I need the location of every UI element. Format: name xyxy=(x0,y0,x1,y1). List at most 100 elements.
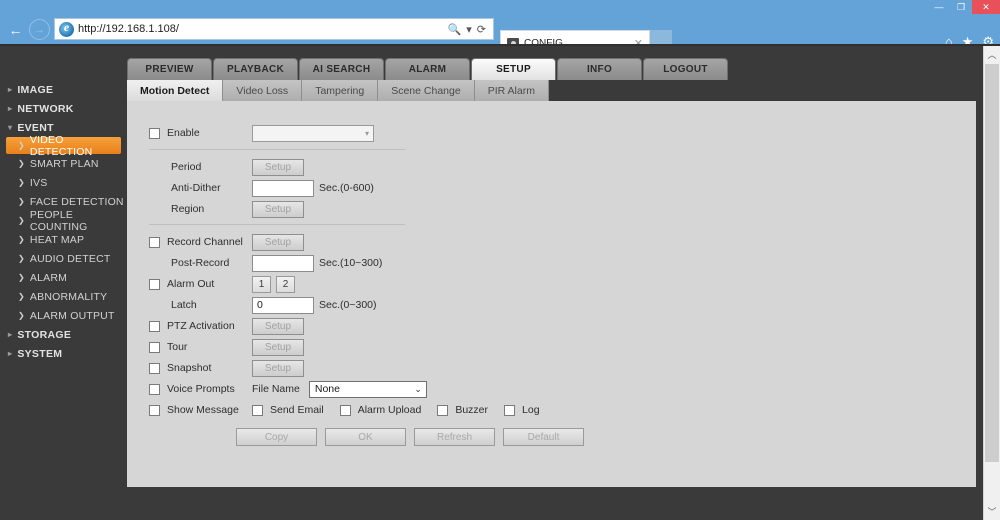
antidither-hint: Sec.(0-600) xyxy=(319,182,374,194)
nav-tab-alarm[interactable]: ALARM xyxy=(385,58,470,80)
postrecord-hint: Sec.(10~300) xyxy=(319,257,383,269)
tab-pir-alarm[interactable]: PIR Alarm xyxy=(474,80,549,101)
chevron-down-icon: ▾ xyxy=(8,123,13,132)
page-scrollbar[interactable]: ︿ ﹀ xyxy=(983,46,1000,520)
sidebar-item-ivs[interactable]: ❯ IVS xyxy=(0,173,127,192)
internet-explorer-icon xyxy=(59,20,74,37)
tour-checkbox[interactable] xyxy=(149,341,160,353)
nav-tab-info[interactable]: INFO xyxy=(557,58,642,80)
chevron-down-icon: ⌄ xyxy=(414,383,422,394)
divider-2 xyxy=(149,224,405,225)
voice-prompts-row: Voice Prompts xyxy=(149,379,235,399)
voice-prompts-label: Voice Prompts xyxy=(167,383,235,395)
sidebar-item-people-counting[interactable]: ❯ PEOPLE COUNTING xyxy=(0,209,127,233)
sidebar-item-storage[interactable]: ▸ STORAGE xyxy=(0,325,127,344)
sidebar-item-label: ALARM OUTPUT xyxy=(29,309,115,322)
sidebar-item-label: IMAGE xyxy=(17,83,54,96)
antidither-input[interactable] xyxy=(252,179,314,197)
sidebar-item-audio-detect[interactable]: ❯ AUDIO DETECT xyxy=(0,249,127,268)
refresh-button[interactable]: Refresh xyxy=(414,428,495,446)
ptz-button-wrap: Setup xyxy=(252,316,304,336)
sidebar-item-system[interactable]: ▸ SYSTEM xyxy=(0,344,127,363)
motion-type-select[interactable]: ▾ xyxy=(252,124,374,142)
record-channel-checkbox[interactable] xyxy=(149,236,160,248)
tour-setup-button[interactable]: Setup xyxy=(252,338,304,356)
alarm-out-row: Alarm Out xyxy=(149,274,214,294)
snapshot-button-wrap: Setup xyxy=(252,358,304,378)
region-label: Region xyxy=(171,203,205,215)
ptz-activation-checkbox[interactable] xyxy=(149,320,160,332)
alarm-out-channel-2[interactable]: 2 xyxy=(276,275,295,293)
chevron-right-icon: ❯ xyxy=(18,254,25,263)
minimize-icon[interactable]: — xyxy=(928,0,950,14)
sidebar-item-alarm-output[interactable]: ❯ ALARM OUTPUT xyxy=(0,306,127,325)
restore-icon[interactable]: ❐ xyxy=(950,0,972,14)
chevron-right-icon: ❯ xyxy=(18,178,25,187)
file-name-select[interactable]: None ⌄ xyxy=(308,380,427,398)
snapshot-row: Snapshot xyxy=(149,358,211,378)
ptz-setup-button[interactable]: Setup xyxy=(252,317,304,335)
region-setup-button[interactable]: Setup xyxy=(252,200,304,218)
postrecord-label: Post-Record xyxy=(171,257,230,269)
sidebar-item-network[interactable]: ▸ NETWORK xyxy=(0,99,127,118)
postrecord-input[interactable] xyxy=(252,254,314,272)
alarm-out-channel-1[interactable]: 1 xyxy=(252,275,271,293)
chevron-down-icon[interactable]: ▾ xyxy=(466,23,472,36)
show-message-row: Show Message xyxy=(149,400,239,420)
nav-tab-ai-search[interactable]: AI SEARCH xyxy=(299,58,384,80)
nav-tab-setup[interactable]: SETUP xyxy=(471,58,556,80)
ok-button[interactable]: OK xyxy=(325,428,406,446)
enable-select-wrap: ▾ xyxy=(252,123,374,143)
sidebar-item-video-detection[interactable]: ❯ VIDEO DETECTION xyxy=(6,134,121,158)
default-button[interactable]: Default xyxy=(503,428,584,446)
log-checkbox[interactable] xyxy=(504,404,516,416)
alarm-upload-checkbox[interactable] xyxy=(339,404,351,416)
sidebar-item-alarm[interactable]: ❯ ALARM xyxy=(0,268,127,287)
nav-tab-logout[interactable]: LOGOUT xyxy=(643,58,728,80)
back-icon[interactable]: ← xyxy=(5,19,26,40)
snapshot-checkbox[interactable] xyxy=(149,362,160,374)
tab-motion-detect[interactable]: Motion Detect xyxy=(127,80,224,101)
voice-prompts-checkbox[interactable] xyxy=(149,383,160,395)
sidebar-item-label: AUDIO DETECT xyxy=(29,252,111,265)
chevron-right-icon: ❯ xyxy=(18,273,25,282)
chevron-right-icon: ❯ xyxy=(18,216,25,225)
buzzer-checkbox[interactable] xyxy=(437,404,449,416)
record-channel-setup-button[interactable]: Setup xyxy=(252,233,304,251)
forward-icon[interactable]: → xyxy=(29,19,50,40)
search-icon[interactable]: 🔍 xyxy=(448,23,462,36)
enable-checkbox[interactable] xyxy=(149,127,160,139)
scrollbar-thumb[interactable] xyxy=(985,64,999,462)
period-button-wrap: Setup xyxy=(252,157,304,177)
show-message-checkbox[interactable] xyxy=(149,404,160,416)
address-bar[interactable]: http://192.168.1.108/ 🔍 ▾ ⟳ xyxy=(54,18,494,40)
tab-video-loss[interactable]: Video Loss xyxy=(223,80,303,101)
window-titlebar: — ❐ ✕ xyxy=(0,0,1000,14)
nav-tab-preview[interactable]: PREVIEW xyxy=(127,58,212,80)
antidither-label: Anti-Dither xyxy=(171,182,221,194)
record-channel-row: Record Channel xyxy=(149,232,243,252)
sidebar-item-heat-map[interactable]: ❯ HEAT MAP xyxy=(0,230,127,249)
postrecord-input-wrap: Sec.(10~300) xyxy=(252,253,382,273)
tab-tampering[interactable]: Tampering xyxy=(302,80,379,101)
copy-button[interactable]: Copy xyxy=(236,428,317,446)
tour-row: Tour xyxy=(149,337,187,357)
sidebar-item-label: STORAGE xyxy=(17,328,72,341)
close-icon[interactable]: ✕ xyxy=(972,0,1000,14)
send-email-checkbox[interactable] xyxy=(252,404,263,416)
latch-label: Latch xyxy=(171,299,197,311)
nav-tab-playback[interactable]: PLAYBACK xyxy=(213,58,298,80)
notification-options: Send Email Alarm Upload Buzzer Log xyxy=(252,400,540,420)
snapshot-setup-button[interactable]: Setup xyxy=(252,359,304,377)
refresh-icon[interactable]: ⟳ xyxy=(477,23,486,36)
sidebar-item-image[interactable]: ▸ IMAGE xyxy=(0,80,127,99)
period-setup-button[interactable]: Setup xyxy=(252,158,304,176)
alarm-out-checkbox[interactable] xyxy=(149,278,160,290)
record-channel-label: Record Channel xyxy=(167,236,243,248)
tour-label: Tour xyxy=(167,341,188,353)
scroll-up-icon[interactable]: ︿ xyxy=(984,46,1000,63)
scroll-down-icon[interactable]: ﹀ xyxy=(984,503,1000,520)
latch-input[interactable]: 0 xyxy=(252,296,314,314)
tab-scene-change[interactable]: Scene Change xyxy=(378,80,475,101)
sidebar-item-abnormality[interactable]: ❯ ABNORMALITY xyxy=(0,287,127,306)
